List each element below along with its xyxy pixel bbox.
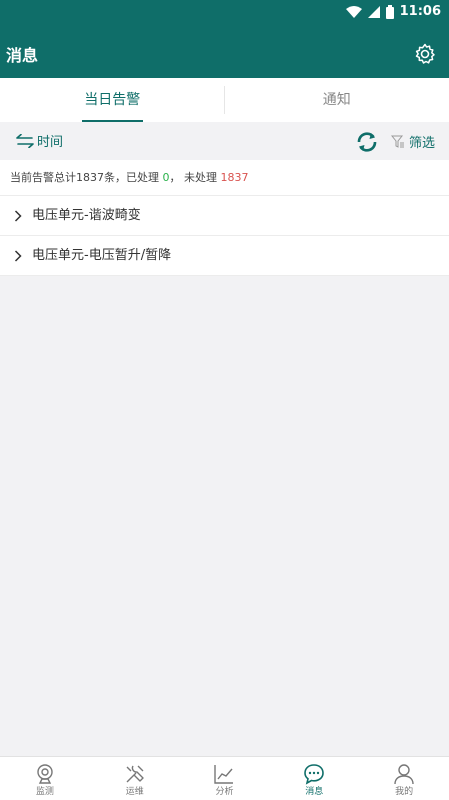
nav-monitor[interactable]: 监测 [0, 757, 90, 800]
chart-icon [214, 765, 234, 784]
swap-arrows-icon [16, 133, 34, 148]
list-item[interactable]: 电压单元-电压暂升/暂降 [0, 236, 449, 276]
bottom-navigation: 监测 运维 分析 消息 我的 [0, 756, 449, 800]
filter-button[interactable]: 筛选 [390, 132, 435, 151]
wifi-icon [345, 5, 362, 18]
list-item-label: 电压单元-电压暂升/暂降 [32, 248, 172, 263]
tab-label: 当日告警 [84, 92, 141, 108]
unprocessed-count: 1837 [220, 171, 249, 184]
tab-label: 通知 [322, 92, 351, 108]
alarm-category-list: 电压单元-谐波畸变 电压单元-电压暂升/暂降 [0, 196, 449, 276]
time-sort-button[interactable]: 时间 [16, 131, 63, 150]
tab-notifications[interactable]: 通知 [225, 78, 449, 122]
status-time: 11:06 [399, 4, 441, 19]
camera-icon [37, 764, 53, 784]
nav-messages[interactable]: 消息 [269, 757, 359, 800]
processed-count: 0 [162, 171, 170, 184]
tools-icon [126, 765, 144, 783]
settings-button[interactable] [413, 42, 437, 66]
nav-label: 我的 [395, 787, 414, 797]
refresh-button[interactable] [355, 130, 379, 154]
tab-today-alarms[interactable]: 当日告警 [0, 78, 225, 122]
tab-divider [224, 86, 225, 114]
gear-icon [415, 43, 435, 64]
page-title: 消息 [6, 46, 39, 65]
filter-bar: 时间 筛选 [0, 122, 449, 160]
nav-maintenance[interactable]: 运维 [90, 757, 180, 800]
app-header: 11:06 消息 [0, 0, 449, 78]
user-icon [394, 764, 414, 785]
nav-label: 分析 [215, 787, 234, 797]
filter-label: 筛选 [408, 136, 435, 151]
list-item[interactable]: 电压单元-谐波畸变 [0, 196, 449, 236]
chevron-right-icon [14, 210, 22, 222]
nav-label: 监测 [35, 787, 54, 797]
summary-middle: ， 未处理 [169, 171, 218, 184]
battery-icon [385, 4, 394, 19]
chevron-right-icon [14, 250, 22, 262]
nav-label: 运维 [125, 787, 144, 797]
message-icon [304, 764, 325, 785]
status-bar: 11:06 [0, 0, 449, 24]
nav-label: 消息 [305, 787, 324, 797]
signal-icon [367, 5, 380, 18]
list-item-label: 电压单元-谐波畸变 [32, 208, 141, 223]
filter-icon [390, 135, 404, 148]
refresh-icon [357, 132, 377, 152]
summary-prefix: 当前告警总计1837条，已处理 [10, 171, 159, 184]
alarm-summary: 当前告警总计1837条，已处理 0， 未处理 1837 [0, 160, 449, 196]
time-sort-label: 时间 [37, 135, 64, 150]
nav-profile[interactable]: 我的 [359, 757, 449, 800]
nav-analysis[interactable]: 分析 [180, 757, 270, 800]
